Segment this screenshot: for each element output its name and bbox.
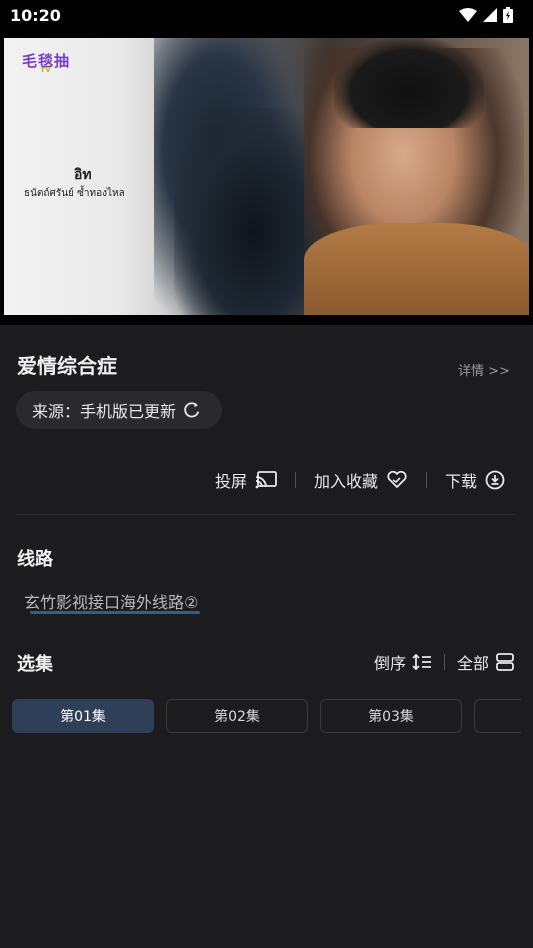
line-option[interactable]: 玄竹影视接口海外线路② [24, 589, 198, 613]
wifi-icon [459, 8, 477, 22]
episode-list: 第01集 第02集 第03集 [12, 699, 521, 733]
download-icon [485, 470, 505, 490]
status-time: 10:20 [10, 5, 61, 25]
sort-button[interactable]: 倒序 [374, 650, 432, 674]
section-divider [17, 514, 516, 515]
source-label: 来源：手机版已更新 [32, 402, 177, 421]
episode-controls: 倒序 全部 [374, 650, 515, 674]
battery-icon [503, 7, 513, 23]
cast-icon [255, 471, 277, 489]
episodes-heading: 选集 [17, 654, 53, 675]
details-link[interactable]: 详情 >> [458, 360, 510, 379]
favorite-button[interactable]: 加入收藏 [314, 468, 408, 492]
channel-logo: 毛毯抽 TV [22, 52, 71, 74]
list-icon [496, 653, 514, 671]
all-episodes-button[interactable]: 全部 [457, 650, 515, 674]
status-bar: 10:20 [0, 0, 533, 30]
lines-heading: 线路 [17, 549, 53, 570]
episode-item[interactable]: 第03集 [320, 699, 462, 733]
episode-item-partial[interactable] [474, 699, 521, 733]
action-divider [425, 472, 427, 488]
video-caption-name: อิท [74, 167, 92, 183]
heart-icon [387, 471, 407, 488]
control-divider [443, 654, 445, 670]
line-selected-indicator [30, 611, 200, 614]
status-icons [459, 7, 513, 23]
cast-button[interactable]: 投屏 [215, 468, 277, 492]
show-title: 爱情综合症 [17, 354, 117, 378]
action-divider [294, 472, 296, 488]
signal-icon [483, 8, 497, 22]
refresh-icon[interactable] [182, 400, 202, 420]
video-scene-hair [334, 38, 484, 128]
action-row: 投屏 加入收藏 下载 [215, 466, 505, 494]
video-scene-shirt [304, 223, 529, 315]
episode-item[interactable]: 第01集 [12, 699, 154, 733]
video-player[interactable]: 毛毯抽 TV อิท ธนัตถ์ศรันย์ ซ้ำทองไหล [0, 30, 533, 325]
episode-item[interactable]: 第02集 [166, 699, 308, 733]
video-frame[interactable]: 毛毯抽 TV อิท ธนัตถ์ศรันย์ ซ้ำทองไหล [4, 38, 529, 315]
download-button[interactable]: 下载 [445, 468, 505, 492]
source-chip[interactable]: 来源：手机版已更新 [16, 391, 222, 429]
video-caption-sub: ธนัตถ์ศรันย์ ซ้ำทองไหล [24, 188, 125, 199]
sort-icon [412, 653, 431, 671]
